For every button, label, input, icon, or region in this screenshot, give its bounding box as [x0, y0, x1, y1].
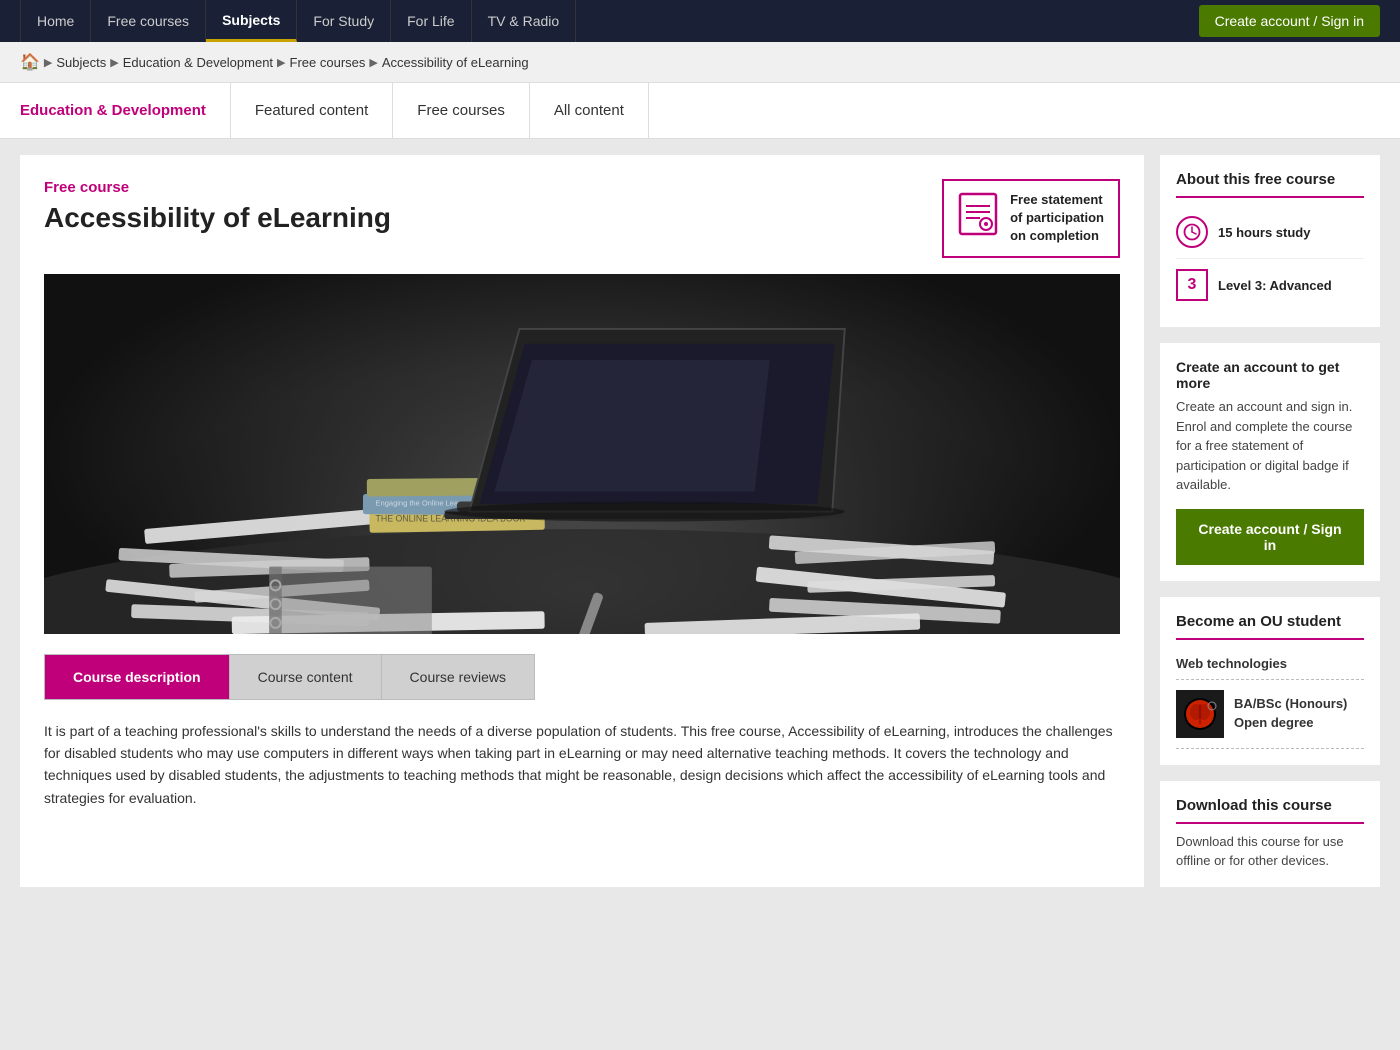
participation-text: Free statement of participation on compl… [1010, 191, 1104, 246]
home-icon[interactable]: 🏠 [20, 52, 40, 72]
level-label: Level 3: Advanced [1218, 278, 1332, 293]
web-tech-link[interactable]: Web technologies [1176, 648, 1364, 680]
download-desc: Download this course for use offline or … [1176, 832, 1364, 871]
tab-free-courses[interactable]: Free courses [393, 83, 530, 139]
ou-student-box: Become an OU student Web technologies [1160, 597, 1380, 765]
breadcrumb-sep-3: ▶ [277, 56, 285, 69]
free-course-label: Free course [44, 179, 922, 196]
create-account-desc: Create an account and sign in. Enrol and… [1176, 397, 1364, 495]
nav-tv-radio[interactable]: TV & Radio [472, 0, 577, 42]
nav-links: Home Free courses Subjects For Study For… [20, 0, 1199, 42]
participation-icon [958, 192, 998, 244]
about-course-box: About this free course 15 hours study 3 … [1160, 155, 1380, 327]
course-description-text: It is part of a teaching professional's … [44, 720, 1120, 810]
course-title: Accessibility of eLearning [44, 202, 922, 234]
nav-for-life[interactable]: For Life [391, 0, 471, 42]
participation-badge: Free statement of participation on compl… [942, 179, 1120, 258]
about-course-title: About this free course [1176, 171, 1364, 198]
breadcrumb-free-courses[interactable]: Free courses [290, 55, 366, 70]
breadcrumb: 🏠 ▶ Subjects ▶ Education & Development ▶… [0, 42, 1400, 83]
hours-label: 15 hours study [1218, 225, 1310, 240]
nav-free-courses[interactable]: Free courses [91, 0, 206, 42]
sidebar: About this free course 15 hours study 3 … [1160, 155, 1380, 887]
ou-course-thumb [1176, 690, 1224, 738]
level-row: 3 Level 3: Advanced [1176, 259, 1364, 311]
download-box: Download this course Download this cours… [1160, 781, 1380, 887]
tab-featured-content[interactable]: Featured content [231, 83, 393, 139]
breadcrumb-education[interactable]: Education & Development [123, 55, 273, 70]
clock-icon [1176, 216, 1208, 248]
tab-course-content[interactable]: Course content [229, 654, 381, 700]
breadcrumb-subjects[interactable]: Subjects [56, 55, 106, 70]
course-image: THE ONLINE LEARNING IDEA BOOK Engaging t… [44, 274, 1120, 634]
breadcrumb-sep-2: ▶ [110, 56, 118, 69]
section-tabs: Education & Development Featured content… [0, 83, 1400, 139]
ou-student-title: Become an OU student [1176, 613, 1364, 640]
breadcrumb-current: Accessibility of eLearning [382, 55, 529, 70]
ou-degree-label[interactable]: BA/BSc (Honours) Open degree [1234, 695, 1364, 731]
nav-subjects[interactable]: Subjects [206, 0, 297, 42]
tab-course-description[interactable]: Course description [44, 654, 229, 700]
hours-row: 15 hours study [1176, 206, 1364, 259]
tab-all-content[interactable]: All content [530, 83, 649, 139]
tab-education-development[interactable]: Education & Development [20, 83, 231, 139]
top-navigation: Home Free courses Subjects For Study For… [0, 0, 1400, 42]
nav-home[interactable]: Home [20, 0, 91, 42]
breadcrumb-sep-4: ▶ [369, 56, 377, 69]
course-title-block: Free course Accessibility of eLearning [44, 179, 922, 250]
create-account-box: Create an account to get more Create an … [1160, 343, 1380, 581]
course-header-row: Free course Accessibility of eLearning F… [44, 179, 1120, 258]
breadcrumb-sep-1: ▶ [44, 56, 52, 69]
nav-for-study[interactable]: For Study [297, 0, 391, 42]
create-account-heading: Create an account to get more [1176, 359, 1364, 391]
download-title: Download this course [1176, 797, 1364, 824]
sidebar-create-account-button[interactable]: Create account / Sign in [1176, 509, 1364, 565]
top-create-account-button[interactable]: Create account / Sign in [1199, 5, 1380, 37]
course-content-tabs: Course description Course content Course… [44, 654, 1120, 700]
main-container: Free course Accessibility of eLearning F… [0, 139, 1400, 903]
tab-course-reviews[interactable]: Course reviews [381, 654, 535, 700]
level-icon: 3 [1176, 269, 1208, 301]
course-main-content: Free course Accessibility of eLearning F… [20, 155, 1144, 887]
ou-course-row: BA/BSc (Honours) Open degree [1176, 680, 1364, 749]
